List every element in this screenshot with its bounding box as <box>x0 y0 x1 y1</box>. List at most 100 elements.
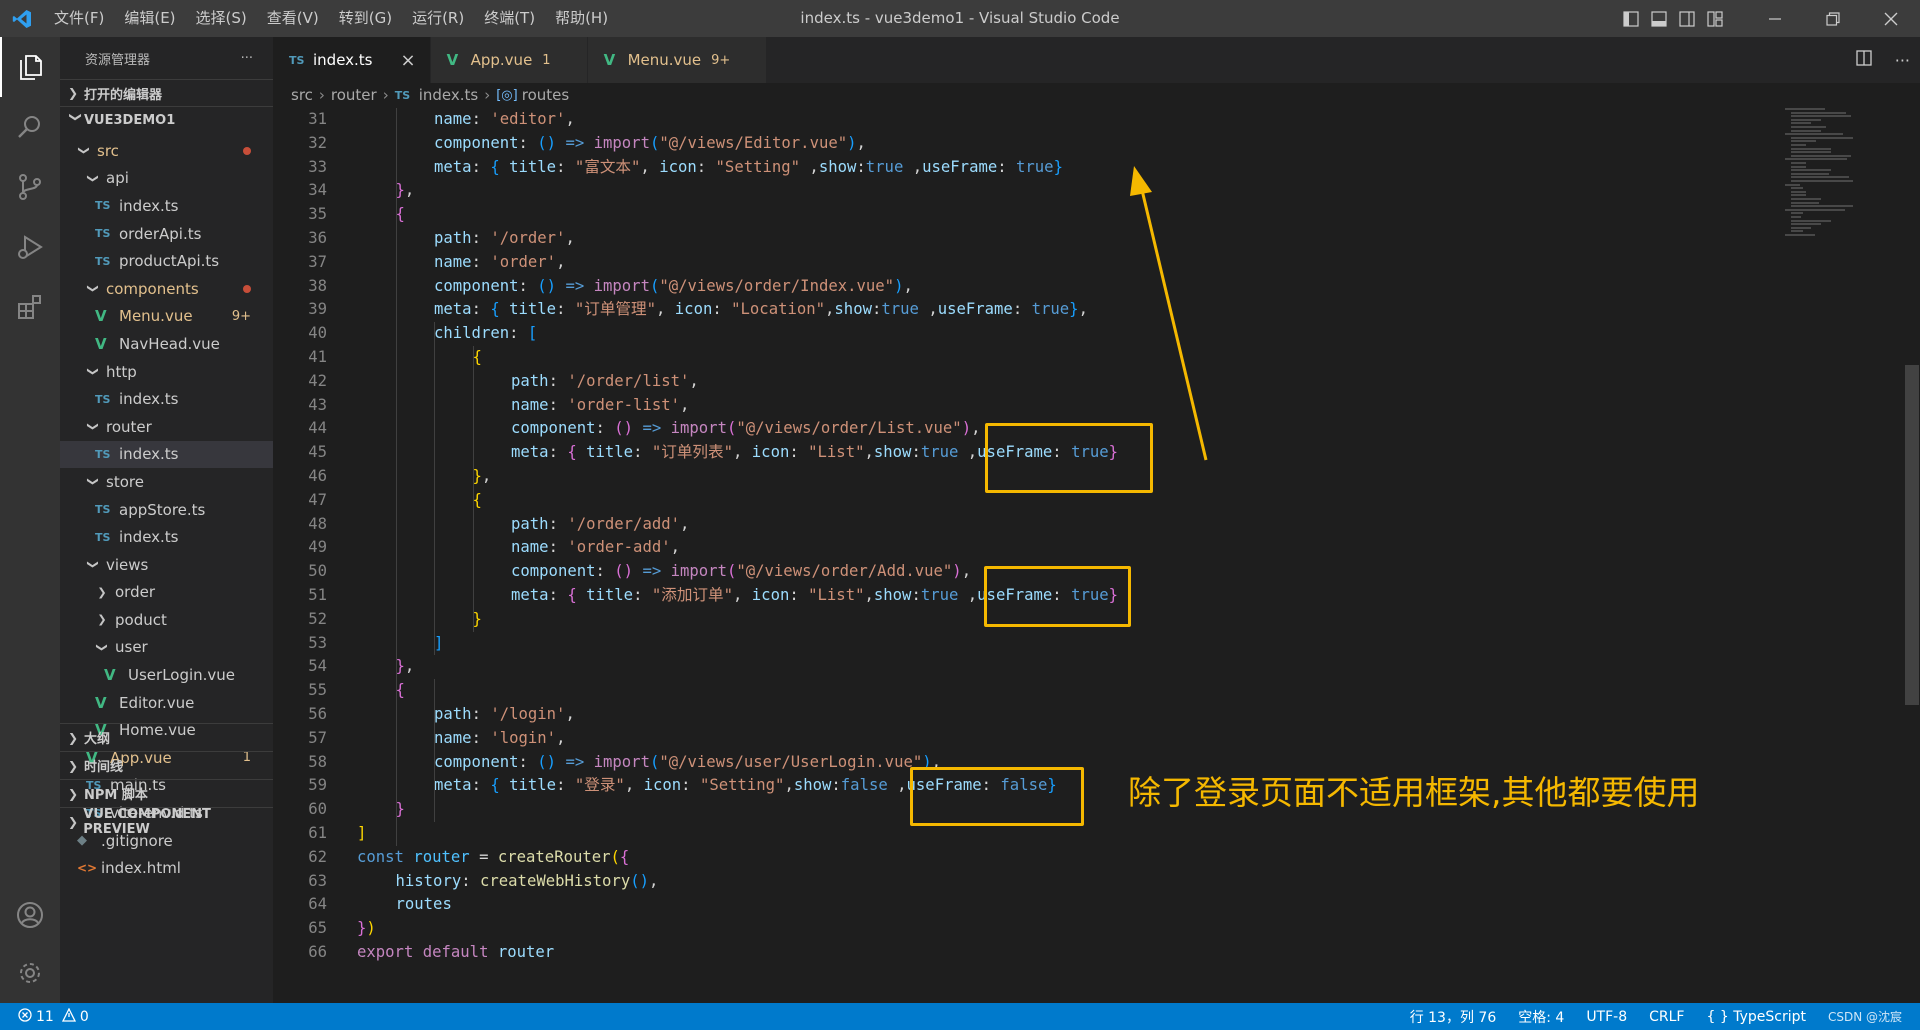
tree-folder[interactable]: ❯ order <box>60 579 273 607</box>
code-line[interactable]: 57 name: 'login', <box>273 727 1753 751</box>
tree-file[interactable]: TS productApi.ts <box>60 247 273 275</box>
tree-file[interactable]: V NavHead.vue <box>60 330 273 358</box>
tree-folder[interactable]: ❯ src <box>60 137 273 165</box>
sidebar-section[interactable]: ❯ VUE COMPONENT PREVIEW <box>60 807 273 837</box>
encoding[interactable]: UTF-8 <box>1586 1009 1627 1025</box>
indentation[interactable]: 空格: 4 <box>1518 1007 1564 1027</box>
highlight-box-line51 <box>984 566 1131 627</box>
tree-file[interactable]: TS index.ts <box>60 523 273 551</box>
menu-item[interactable]: 编辑(E) <box>114 0 185 37</box>
code-line[interactable]: 31 name: 'editor', <box>273 108 1753 132</box>
code-line[interactable]: 64 routes <box>273 893 1753 917</box>
close-tab-icon[interactable]: × <box>401 50 416 71</box>
menu-item[interactable]: 查看(V) <box>257 0 329 37</box>
sidebar-section[interactable]: ❯ NPM 脚本 <box>60 779 273 807</box>
minimap-line <box>1791 136 1853 139</box>
code-line[interactable]: 49 name: 'order-add', <box>273 536 1753 560</box>
tree-folder[interactable]: ❯ user <box>60 634 273 662</box>
tree-folder[interactable]: ❯ router <box>60 413 273 441</box>
editor-tab[interactable]: V App.vue 1 <box>430 37 588 83</box>
tree-file[interactable]: TS index.ts <box>60 385 273 413</box>
menu-item[interactable]: 终端(T) <box>474 0 545 37</box>
code-token: { <box>472 490 482 509</box>
minimize-icon[interactable] <box>1746 0 1804 37</box>
code-line[interactable]: 34}, <box>273 179 1753 203</box>
tree-folder[interactable]: ❯ components <box>60 275 273 303</box>
menu-item[interactable]: 运行(R) <box>402 0 474 37</box>
menu-item[interactable]: 选择(S) <box>186 0 257 37</box>
code-line[interactable]: 35 { <box>273 203 1753 227</box>
source-control-icon[interactable] <box>0 157 60 217</box>
tree-folder[interactable]: ❯ poduct <box>60 606 273 634</box>
tree-file[interactable]: V UserLogin.vue <box>60 661 273 689</box>
tree-folder[interactable]: ❯ api <box>60 165 273 193</box>
open-editors-section[interactable]: ❯ 打开的编辑器 <box>60 79 273 106</box>
settings-gear-icon[interactable] <box>0 943 60 1003</box>
cursor-position[interactable]: 行 13，列 76 <box>1410 1007 1497 1027</box>
extensions-icon[interactable] <box>0 277 60 337</box>
restore-icon[interactable] <box>1804 0 1862 37</box>
tree-file[interactable]: TS index.ts <box>60 440 273 469</box>
code-line[interactable]: 54}, <box>273 655 1753 679</box>
tree-folder[interactable]: ❯ store <box>60 468 273 496</box>
code-line[interactable]: 53] <box>273 632 1753 656</box>
problems-status[interactable]: 11 0 <box>0 1007 89 1026</box>
search-icon[interactable] <box>0 97 60 157</box>
breadcrumb-file[interactable]: index.ts <box>419 86 479 104</box>
code-line[interactable]: 66 export default router <box>273 941 1753 965</box>
tree-file[interactable]: TS appStore.ts <box>60 496 273 524</box>
language-mode[interactable]: { } TypeScript <box>1706 1009 1805 1025</box>
breadcrumb-symbol[interactable]: routes <box>522 86 569 104</box>
code-token: show <box>818 157 857 176</box>
minimap[interactable] <box>1783 108 1903 248</box>
end-of-line[interactable]: CRLF <box>1649 1009 1684 1025</box>
code-line[interactable]: 48 path: '/order/add', <box>273 513 1753 537</box>
editor-more-actions-icon[interactable]: ··· <box>1895 51 1910 70</box>
split-editor-icon[interactable] <box>1855 49 1873 71</box>
sidebar-section[interactable]: ❯ 大纲 <box>60 723 273 751</box>
run-debug-icon[interactable] <box>0 217 60 277</box>
tree-folder[interactable]: ❯ views <box>60 551 273 579</box>
breadcrumb-router[interactable]: router <box>331 86 377 104</box>
tree-file[interactable]: V Menu.vue 9+ <box>60 303 273 331</box>
code-line[interactable]: 36 path: '/order', <box>273 227 1753 251</box>
toggle-panel-icon[interactable] <box>1648 8 1670 30</box>
editor-scrollbar[interactable] <box>1903 83 1920 1003</box>
tree-file[interactable]: TS index.ts <box>60 192 273 220</box>
more-actions-icon[interactable]: ··· <box>241 51 253 66</box>
explorer-icon[interactable] <box>0 37 60 97</box>
editor-tab[interactable]: TS index.ts × <box>273 37 431 83</box>
tree-folder[interactable]: ❯ http <box>60 358 273 386</box>
customize-layout-icon[interactable] <box>1704 8 1726 30</box>
project-section[interactable]: ❯ VUE3DEMO1 <box>60 106 273 133</box>
code-line[interactable]: 37 name: 'order', <box>273 251 1753 275</box>
code-line[interactable]: 32 component: () => import("@/views/Edito… <box>273 132 1753 156</box>
code-line[interactable]: 33 meta: { title: "富文本", icon: "Setting" … <box>273 156 1753 180</box>
code-line[interactable]: 63 history: createWebHistory(), <box>273 870 1753 894</box>
tree-file[interactable]: TS orderApi.ts <box>60 220 273 248</box>
accounts-icon[interactable] <box>0 885 60 945</box>
toggle-primary-sidebar-icon[interactable] <box>1620 8 1642 30</box>
code-line[interactable]: 39 meta: { title: "订单管理", icon: "Location… <box>273 298 1753 322</box>
menu-item[interactable]: 转到(G) <box>329 0 402 37</box>
tree-file[interactable]: V Editor.vue <box>60 689 273 717</box>
code-line[interactable]: 65}) <box>273 917 1753 941</box>
scrollbar-thumb[interactable] <box>1905 365 1919 705</box>
toggle-secondary-sidebar-icon[interactable] <box>1676 8 1698 30</box>
code-line[interactable]: 43 name: 'order-list', <box>273 394 1753 418</box>
menu-item[interactable]: 文件(F) <box>44 0 114 37</box>
code-line[interactable]: 38 component: () => import("@/views/order… <box>273 275 1753 299</box>
code-line[interactable]: 62 const router = createRouter({ <box>273 846 1753 870</box>
menu-item[interactable]: 帮助(H) <box>545 0 618 37</box>
close-window-icon[interactable] <box>1862 0 1920 37</box>
code-editor[interactable]: 31 name: 'editor', 32 component: () => impo… <box>273 108 1773 1003</box>
editor-tab[interactable]: V Menu.vue 9+ <box>587 37 768 83</box>
code-line[interactable]: 42 path: '/order/list', <box>273 370 1753 394</box>
code-line[interactable]: 56 path: '/login', <box>273 703 1753 727</box>
breadcrumb-src[interactable]: src <box>291 86 313 104</box>
code-line[interactable]: 40 children: [ <box>273 322 1753 346</box>
sidebar-section[interactable]: ❯ 时间线 <box>60 751 273 779</box>
code-line[interactable]: 55 { <box>273 679 1753 703</box>
tree-file[interactable]: <> index.html <box>60 854 273 882</box>
code-line[interactable]: 41 { <box>273 346 1753 370</box>
